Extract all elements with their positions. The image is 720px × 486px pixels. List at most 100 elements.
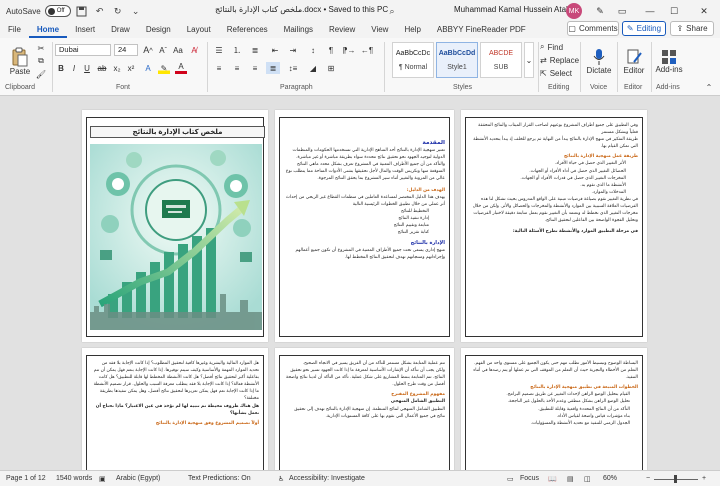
document-canvas[interactable]: ملخص كتاب الإدارة بالنتائج المقدمة تعتبر… xyxy=(0,96,720,470)
avatar[interactable]: MK xyxy=(566,3,582,19)
web-layout-icon[interactable]: ◫ xyxy=(584,475,591,483)
pen-icon[interactable]: ✎ xyxy=(590,3,610,19)
proofing-icon[interactable]: ▣ xyxy=(99,475,106,483)
shrink-font-icon[interactable]: Aˇ xyxy=(157,44,169,56)
numbering-icon[interactable]: ⒈ xyxy=(230,44,244,56)
font-color-icon[interactable]: A xyxy=(175,62,187,74)
read-mode-icon[interactable]: 📖 xyxy=(548,475,557,483)
tab-mailings[interactable]: Mailings xyxy=(276,22,321,38)
grow-font-icon[interactable]: A ^ xyxy=(142,44,154,56)
tab-help[interactable]: Help xyxy=(396,22,428,38)
focus-icon[interactable]: ▭ xyxy=(507,475,514,483)
bold-icon[interactable]: B xyxy=(56,62,66,74)
justify-icon[interactable]: ≣ xyxy=(266,62,280,74)
tab-insert[interactable]: Insert xyxy=(67,22,103,38)
page-3-text: وفي التطبيق على جميع أطراف المشروع بوعيه… xyxy=(471,122,638,332)
ltr-icon[interactable]: ⁋→ xyxy=(342,44,356,56)
redo-icon[interactable]: ↻ xyxy=(111,4,125,18)
tab-abbyy[interactable]: ABBYY FineReader PDF xyxy=(429,22,534,38)
tab-references[interactable]: References xyxy=(219,22,276,38)
clear-formatting-icon[interactable]: A̸ xyxy=(188,44,200,56)
line-spacing-icon[interactable]: ↕≡ xyxy=(286,62,300,74)
page-4[interactable]: هل الموارد المالية والبشرية وغيرها كافية… xyxy=(82,348,268,470)
comments-button[interactable]: ▢ Comments xyxy=(567,21,619,36)
autosave-toggle[interactable]: Off xyxy=(44,5,71,17)
text-effects-icon[interactable]: A xyxy=(142,62,154,74)
page-count[interactable]: Page 1 of 12 xyxy=(6,475,46,482)
editor-button[interactable]: Editor xyxy=(620,42,648,80)
page-1[interactable]: ملخص كتاب الإدارة بالنتائج xyxy=(82,110,268,342)
tab-file[interactable]: File xyxy=(0,22,29,38)
accessibility-icon[interactable]: ♿ xyxy=(278,475,284,483)
find-button[interactable]: ⌕ Find xyxy=(540,41,563,53)
text-predictions[interactable]: Text Predictions: On xyxy=(188,475,251,482)
page-2[interactable]: المقدمة تعتبر منهجية الإدارة بالنتائج أح… xyxy=(275,110,454,342)
font-size-combo[interactable]: 24 xyxy=(114,44,138,56)
save-icon[interactable] xyxy=(75,4,89,18)
page-6[interactable]: البساطة الوضوح وتبسيط الأمور تطلب مهم حت… xyxy=(461,348,647,470)
replace-button[interactable]: ⇄ Replace xyxy=(540,54,579,66)
cut-icon[interactable]: ✂ xyxy=(36,43,46,53)
subscript-icon[interactable]: x₂ xyxy=(111,62,123,74)
underline-icon[interactable]: U xyxy=(82,62,92,74)
align-left-icon[interactable]: ≡ xyxy=(212,62,226,74)
change-case-icon[interactable]: Aa xyxy=(172,44,184,56)
copy-icon[interactable]: ⧉ xyxy=(36,56,46,66)
align-center-icon[interactable]: ≡ xyxy=(230,62,244,74)
search-icon[interactable]: ⌕ xyxy=(385,4,399,18)
zoom-in-icon[interactable]: + xyxy=(702,475,706,482)
maximize-icon[interactable]: ☐ xyxy=(664,3,684,19)
print-layout-icon[interactable]: ▤ xyxy=(567,475,574,483)
cover-title: ملخص كتاب الإدارة بالنتائج xyxy=(90,126,265,138)
minimize-icon[interactable]: — xyxy=(640,3,660,19)
strikethrough-icon[interactable]: ab xyxy=(96,62,108,74)
list-item: الحصائل التغيير الذي حصل في أداء الأفراد… xyxy=(529,168,626,174)
tab-draw[interactable]: Draw xyxy=(103,22,138,38)
editing-mode-button[interactable]: ✎ Editing xyxy=(622,21,666,36)
bullets-icon[interactable]: ☰ xyxy=(212,44,226,56)
sort-icon[interactable]: ↕ xyxy=(306,44,320,56)
tab-layout[interactable]: Layout xyxy=(179,22,219,38)
collapse-ribbon-icon[interactable]: ⌃ xyxy=(704,82,714,92)
close-icon[interactable]: ✕ xyxy=(694,3,714,19)
style-style1[interactable]: AaBbCcDd Style1 xyxy=(436,42,478,78)
style-normal[interactable]: AaBbCcDc ¶ Normal xyxy=(392,42,434,78)
align-right-icon[interactable]: ≡ xyxy=(248,62,262,74)
addins-button[interactable]: Add-ins xyxy=(654,42,684,80)
shading-icon[interactable]: ◢ xyxy=(306,62,320,74)
zoom-out-icon[interactable]: − xyxy=(646,475,650,482)
share-button[interactable]: ⇪ Share xyxy=(670,21,714,36)
paragraph: في نظرية التغيير نقوم بصياغة فرضيات مبني… xyxy=(472,196,638,224)
ribbon-display-icon[interactable]: ▭ xyxy=(612,3,632,19)
tab-home[interactable]: Home xyxy=(28,22,68,38)
zoom-level[interactable]: 60% xyxy=(603,475,617,482)
page-3[interactable]: وفي التطبيق على جميع أطراف المشروع بوعيه… xyxy=(461,110,647,342)
italic-icon[interactable]: I xyxy=(69,62,79,74)
page-5[interactable]: تتم عملية المتابعة بشكل مستمر للتأكد من … xyxy=(275,348,454,470)
superscript-icon[interactable]: x² xyxy=(125,62,137,74)
tab-review[interactable]: Review xyxy=(321,22,363,38)
tab-view[interactable]: View xyxy=(363,22,396,38)
word-count[interactable]: 1540 words xyxy=(56,475,92,482)
undo-icon[interactable]: ↶ xyxy=(93,4,107,18)
borders-icon[interactable]: ⊞ xyxy=(324,62,338,74)
tab-design[interactable]: Design xyxy=(138,22,179,38)
focus-mode[interactable]: Focus xyxy=(520,475,539,482)
styles-more-icon[interactable]: ⌄ xyxy=(524,42,534,78)
select-button[interactable]: ⇱ Select xyxy=(540,67,572,79)
paste-button[interactable]: Paste xyxy=(6,42,34,80)
multilevel-list-icon[interactable]: ≣ xyxy=(248,44,262,56)
style-sub[interactable]: ABCDE SUB xyxy=(480,42,522,78)
decrease-indent-icon[interactable]: ⇤ xyxy=(268,44,282,56)
format-painter-icon[interactable]: 🖌 xyxy=(36,69,46,79)
zoom-slider-thumb[interactable] xyxy=(674,475,677,483)
customize-qat-icon[interactable]: ⌄ xyxy=(129,4,143,18)
increase-indent-icon[interactable]: ⇥ xyxy=(286,44,300,56)
show-marks-icon[interactable]: ¶ xyxy=(324,44,338,56)
language-indicator[interactable]: Arabic (Egypt) xyxy=(116,475,160,482)
font-name-combo[interactable]: Dubai xyxy=(55,44,111,56)
rtl-icon[interactable]: ←¶ xyxy=(360,44,374,56)
dictate-button[interactable]: Dictate xyxy=(584,42,614,80)
accessibility-status[interactable]: Accessibility: Investigate xyxy=(289,475,365,482)
highlight-icon[interactable]: ✎ xyxy=(158,62,170,74)
